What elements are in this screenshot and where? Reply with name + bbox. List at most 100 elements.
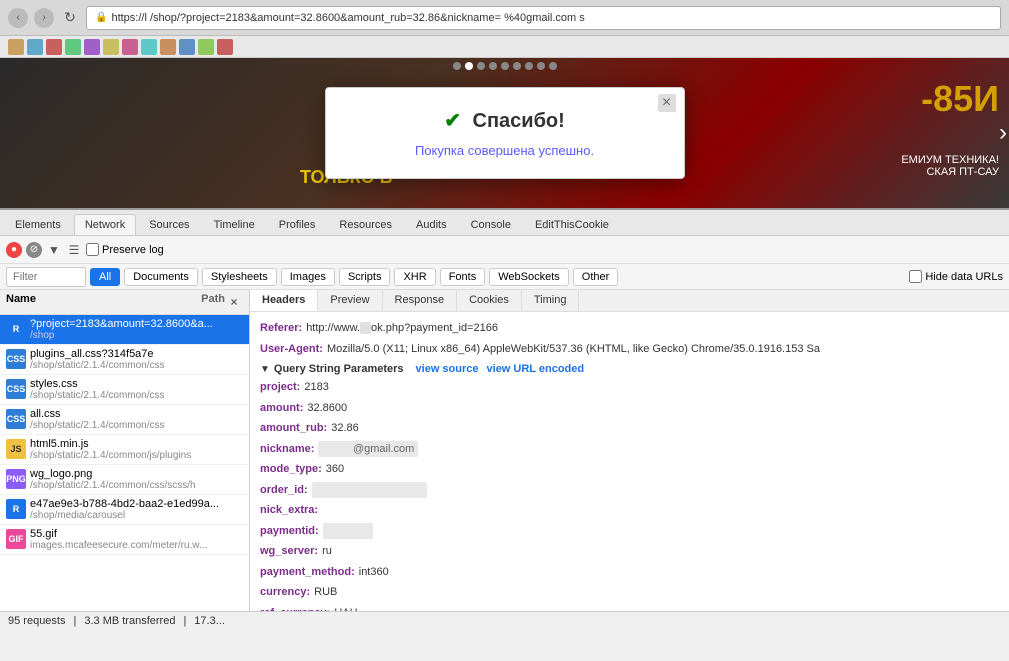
detail-key: order_id: [260, 482, 308, 499]
refresh-button[interactable]: ↻ [60, 8, 80, 28]
toggle-icon[interactable]: ▼ [260, 364, 270, 375]
detail-value: http://www. ok.php?payment_id=2166 [306, 320, 498, 337]
devtools-tab-bar: Elements Network Sources Timeline Profil… [0, 210, 1009, 236]
filter-all-button[interactable]: All [90, 268, 120, 286]
list-item[interactable]: CSS all.css /shop/static/2.1.4/common/cs… [0, 405, 249, 435]
filter-button[interactable]: ▼ [46, 242, 62, 258]
filter-other-button[interactable]: Other [573, 268, 619, 286]
preserve-log-checkbox-label[interactable]: Preserve log [86, 243, 164, 256]
details-tab-bar: Headers Preview Response Cookies Timing [250, 290, 1009, 312]
detail-key: amount_rub: [260, 420, 327, 437]
status-bar: 95 requests | 3.3 MB transferred | 17.3.… [0, 611, 1009, 629]
filter-websockets-button[interactable]: WebSockets [489, 268, 569, 286]
tab-resources[interactable]: Resources [328, 214, 403, 235]
address-bar[interactable]: 🔒 https://l /shop/?project=2183&amount=3… [86, 6, 1001, 30]
detail-key: payment_method: [260, 564, 355, 581]
modal-overlay: × ✔ Спасибо! Покупка совершена успешно. [0, 58, 1009, 208]
list-item[interactable]: CSS styles.css /shop/static/2.1.4/common… [0, 375, 249, 405]
hide-data-checkbox-label[interactable]: Hide data URLs [909, 270, 1003, 283]
detail-key: project: [260, 379, 300, 396]
hide-data-label: Hide data URLs [925, 271, 1003, 283]
file-name: 55.gif [30, 528, 207, 540]
file-name: styles.css [30, 378, 165, 390]
png-icon: PNG [6, 469, 26, 489]
details-tab-response[interactable]: Response [383, 290, 458, 311]
detail-key: amount: [260, 400, 303, 417]
tab-profiles[interactable]: Profiles [268, 214, 327, 235]
detail-row: currency: RUB [260, 582, 999, 603]
hide-data-checkbox[interactable] [909, 270, 922, 283]
tab-timeline[interactable]: Timeline [203, 214, 266, 235]
detail-key: Referer: [260, 320, 302, 337]
devtools-panel: Elements Network Sources Timeline Profil… [0, 208, 1009, 629]
request-icon: R [6, 499, 26, 519]
details-tab-timing[interactable]: Timing [522, 290, 580, 311]
gif-icon: GIF [6, 529, 26, 549]
modal-title: ✔ Спасибо! [356, 108, 654, 133]
modal-close-button[interactable]: × [658, 94, 676, 112]
details-tab-cookies[interactable]: Cookies [457, 290, 522, 311]
list-item[interactable]: GIF 55.gif images.mcafeesecure.com/meter… [0, 525, 249, 555]
list-button[interactable]: ☰ [66, 242, 82, 258]
tab-sources[interactable]: Sources [138, 214, 200, 235]
file-path: images.mcafeesecure.com/meter/ru.w... [30, 540, 207, 551]
view-source-link[interactable]: view source [416, 363, 479, 375]
list-item[interactable]: CSS plugins_all.css?314f5a7e /shop/stati… [0, 345, 249, 375]
css-icon: CSS [6, 349, 26, 369]
record-button[interactable]: ● [6, 242, 22, 258]
detail-row: order_id: [260, 480, 999, 501]
detail-row: project: 2183 [260, 377, 999, 398]
tab-elements[interactable]: Elements [4, 214, 72, 235]
js-icon: JS [6, 439, 26, 459]
list-item[interactable]: JS html5.min.js /shop/static/2.1.4/commo… [0, 435, 249, 465]
details-tab-preview[interactable]: Preview [318, 290, 382, 311]
forward-button[interactable]: › [34, 8, 54, 28]
modal-subtitle: Покупка совершена успешно. [356, 143, 654, 158]
tab-network[interactable]: Network [74, 214, 136, 235]
separator: | [73, 615, 76, 627]
file-name: ?project=2183&amount=32.8600&a... [30, 318, 213, 330]
file-path: /shop/static/2.1.4/common/css [30, 360, 165, 371]
list-item[interactable]: R e47ae9e3-b788-4bd2-baa2-e1ed99a... /sh… [0, 495, 249, 525]
list-item[interactable]: R ?project=2183&amount=32.8600&a... /sho… [0, 315, 249, 345]
separator2: | [183, 615, 186, 627]
filter-fonts-button[interactable]: Fonts [440, 268, 486, 286]
detail-value: 32.8600 [307, 400, 347, 417]
detail-key: wg_server: [260, 543, 318, 560]
detail-value: 2183 [304, 379, 328, 396]
filter-input[interactable] [6, 267, 86, 287]
preserve-log-label: Preserve log [102, 244, 164, 256]
close-files-panel-button[interactable]: × [225, 293, 243, 311]
filter-stylesheets-button[interactable]: Stylesheets [202, 268, 277, 286]
view-url-encoded-link[interactable]: view URL encoded [487, 363, 585, 375]
file-path: /shop/media/carousel [30, 510, 219, 521]
list-item[interactable]: PNG wg_logo.png /shop/static/2.1.4/commo… [0, 465, 249, 495]
tab-editthiscookie[interactable]: EditThisCookie [524, 214, 620, 235]
section-title: Query String Parameters [274, 363, 404, 375]
detail-row: ref_currency: UAH [260, 603, 999, 612]
stop-button[interactable]: ⊘ [26, 242, 42, 258]
tab-console[interactable]: Console [460, 214, 522, 235]
file-name: all.css [30, 408, 165, 420]
tab-audits[interactable]: Audits [405, 214, 458, 235]
detail-value: 32.86 [331, 420, 359, 437]
detail-row: nick_extra: [260, 500, 999, 521]
filter-images-button[interactable]: Images [281, 268, 335, 286]
page-content: -85И ЕМИУМ ТЕХНИКА! СКАЯ ПТ-САУ ТОЛЬКО В… [0, 58, 1009, 208]
url-text: https://l /shop/?project=2183&amount=32.… [111, 12, 584, 24]
detail-value-redacted [323, 523, 374, 540]
filter-scripts-button[interactable]: Scripts [339, 268, 391, 286]
details-tab-headers[interactable]: Headers [250, 290, 318, 311]
bookmarks-bar [0, 36, 1009, 58]
details-panel: Headers Preview Response Cookies Timing … [250, 290, 1009, 611]
filter-bar: All Documents Stylesheets Images Scripts… [0, 264, 1009, 290]
filter-xhr-button[interactable]: XHR [394, 268, 435, 286]
detail-row: amount: 32.8600 [260, 398, 999, 419]
back-button[interactable]: ‹ [8, 8, 28, 28]
filter-documents-button[interactable]: Documents [124, 268, 198, 286]
bookmark-dots [8, 39, 233, 55]
files-panel: Name Path × R ?project=2183&amount=32.86… [0, 290, 250, 611]
network-toolbar: ● ⊘ ▼ ☰ Preserve log [0, 236, 1009, 264]
detail-row: mode_type: 360 [260, 459, 999, 480]
preserve-log-checkbox[interactable] [86, 243, 99, 256]
